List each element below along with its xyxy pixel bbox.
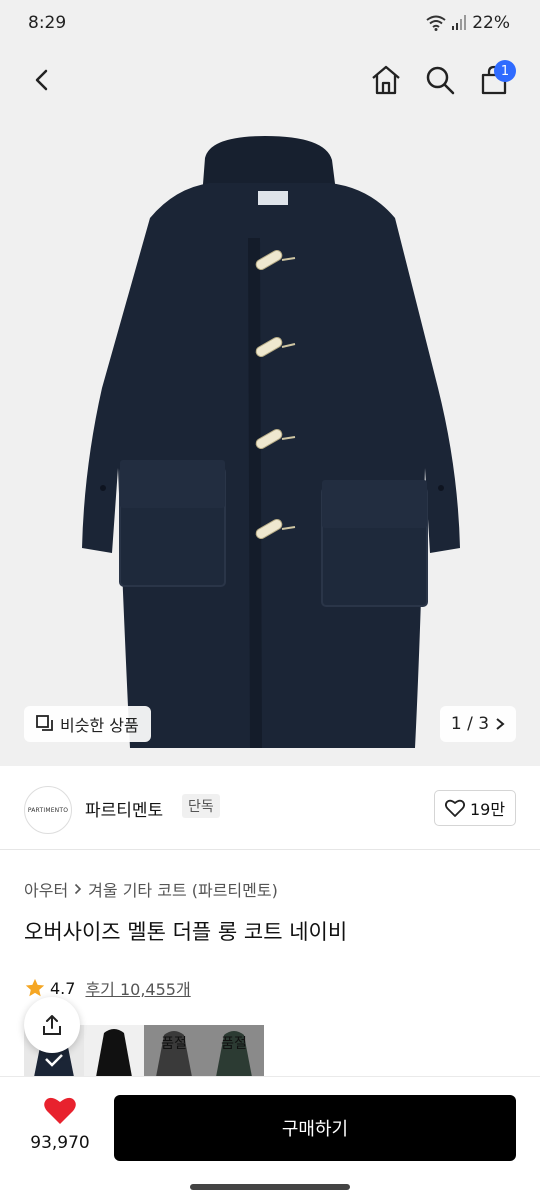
buy-button[interactable]: 구매하기 — [114, 1095, 516, 1161]
coat-image — [82, 136, 460, 748]
breadcrumb-item[interactable]: 겨울 기타 코트 (파르티멘토) — [88, 877, 278, 901]
battery-level: 22% — [472, 13, 510, 33]
similar-products-button[interactable]: 비슷한 상품 — [24, 706, 151, 742]
exclusive-badge: 단독 — [182, 794, 220, 818]
breadcrumb: 아우터 겨울 기타 코트 (파르티멘토) — [24, 877, 278, 901]
cart-button[interactable]: 1 — [472, 58, 516, 102]
product-title: 오버사이즈 멜톤 더플 롱 코트 네이비 — [24, 920, 348, 944]
chevron-right-icon — [75, 883, 82, 895]
signal-icon — [452, 15, 467, 30]
color-option-thumb[interactable]: 품절 — [204, 1025, 264, 1077]
brand-name[interactable]: 파르티멘토 — [85, 796, 163, 821]
similar-products-label: 비슷한 상품 — [60, 716, 139, 735]
sold-out-label: 품절 — [221, 1036, 247, 1052]
bottom-purchase-bar: 93,970 구매하기 — [0, 1076, 540, 1176]
status-bar: 8:29 22% — [0, 0, 540, 48]
star-icon — [25, 978, 45, 997]
brand-like-count: 19만 — [469, 800, 506, 819]
rating-value: 4.7 — [50, 978, 76, 998]
share-button[interactable] — [24, 997, 80, 1053]
wishlist-count: 93,970 — [30, 1133, 90, 1153]
home-icon — [372, 65, 400, 95]
chevron-right-icon — [496, 718, 505, 730]
coat-thumb-image — [96, 1029, 132, 1077]
page-indicator: 1 / 3 — [450, 714, 490, 734]
status-time: 8:29 — [28, 13, 67, 33]
review-link[interactable]: 후기 10,455개 — [85, 976, 190, 1000]
search-icon — [426, 66, 455, 95]
home-button[interactable] — [364, 58, 408, 102]
home-indicator — [190, 1184, 350, 1190]
heart-filled-icon — [44, 1097, 76, 1124]
image-pager[interactable]: 1 / 3 — [440, 706, 516, 742]
brand-like-button[interactable]: 19만 — [434, 790, 516, 826]
copy-icon — [36, 715, 53, 731]
color-option-thumb[interactable]: 품절 — [144, 1025, 204, 1077]
status-icons: 22% — [426, 13, 510, 33]
sold-out-label: 품절 — [161, 1036, 187, 1052]
cart-count-badge: 1 — [494, 60, 516, 82]
breadcrumb-item[interactable]: 아우터 — [24, 877, 68, 901]
search-button[interactable] — [418, 58, 462, 102]
heart-outline-icon — [444, 799, 465, 817]
back-button[interactable] — [20, 58, 64, 102]
brand-logo[interactable]: PARTIMENTO — [24, 786, 72, 834]
brand-row: PARTIMENTO 파르티멘토 단독 19만 — [0, 766, 540, 850]
color-option-thumb[interactable] — [84, 1025, 144, 1077]
wifi-icon — [426, 15, 446, 31]
wishlist-button[interactable]: 93,970 — [22, 1095, 98, 1153]
product-image[interactable] — [0, 48, 540, 766]
top-nav: 1 — [0, 48, 540, 112]
share-icon — [43, 1015, 61, 1035]
chevron-left-icon — [35, 69, 48, 91]
